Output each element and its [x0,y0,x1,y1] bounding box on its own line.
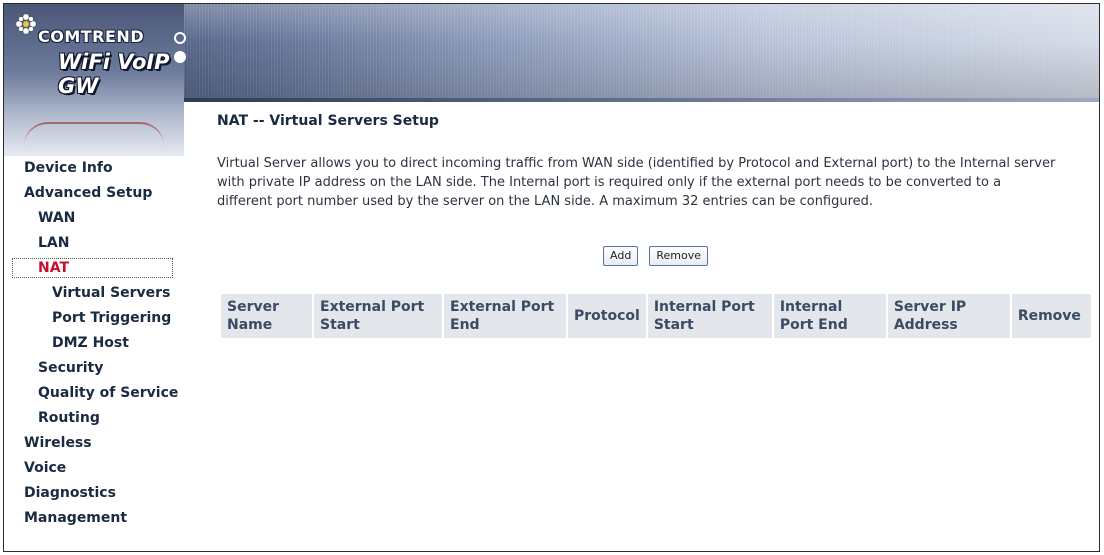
app-window: COMTREND WiFi VoIP GW Device Info Advanc… [3,3,1100,552]
col-internal-port-end: Internal Port End [772,294,888,338]
page-description: Virtual Server allows you to direct inco… [217,156,1056,209]
main-content: NAT -- Virtual Servers Setup Virtual Ser… [217,112,1097,338]
nav-advanced-setup[interactable]: Advanced Setup [4,181,184,206]
table-header-row: Server Name External Port Start External… [221,294,1091,338]
logo-panel: COMTREND WiFi VoIP GW [4,4,186,156]
nav-routing[interactable]: Routing [4,406,184,431]
nav-security[interactable]: Security [4,356,184,381]
page-title: NAT -- Virtual Servers Setup [217,113,439,129]
nav-wan[interactable]: WAN [4,206,184,231]
col-external-port-start: External Port Start [313,294,444,338]
action-buttons: Add Remove [603,244,714,266]
nav-dmz-host[interactable]: DMZ Host [4,331,184,356]
virtual-servers-table: Server Name External Port Start External… [221,294,1091,338]
company-logo-text: COMTREND [38,27,145,46]
col-protocol: Protocol [567,294,648,338]
col-server-name: Server Name [221,294,314,338]
nav-wireless[interactable]: Wireless [4,431,184,456]
flower-logo-icon [15,13,37,35]
nav-port-triggering[interactable]: Port Triggering [4,306,184,331]
add-button[interactable]: Add [603,246,639,266]
remove-button[interactable]: Remove [649,246,709,266]
col-remove: Remove [1010,294,1091,338]
nav-management[interactable]: Management [4,506,184,531]
sidebar-nav: Device Info Advanced Setup WAN LAN NAT V… [4,156,184,531]
nav-nat[interactable]: NAT [12,258,173,278]
nav-diagnostics[interactable]: Diagnostics [4,481,184,506]
nav-voice[interactable]: Voice [4,456,184,481]
col-internal-port-start: Internal Port Start [646,294,774,338]
nav-device-info[interactable]: Device Info [4,156,184,181]
nav-quality-of-service[interactable]: Quality of Service [4,381,184,406]
col-external-port-end: External Port End [443,294,568,338]
col-server-ip-address: Server IP Address [886,294,1012,338]
product-name: WiFi VoIP GW [58,50,170,98]
nav-virtual-servers[interactable]: Virtual Servers [4,281,184,306]
nav-lan[interactable]: LAN [4,231,184,256]
logo-swoosh [24,122,164,146]
